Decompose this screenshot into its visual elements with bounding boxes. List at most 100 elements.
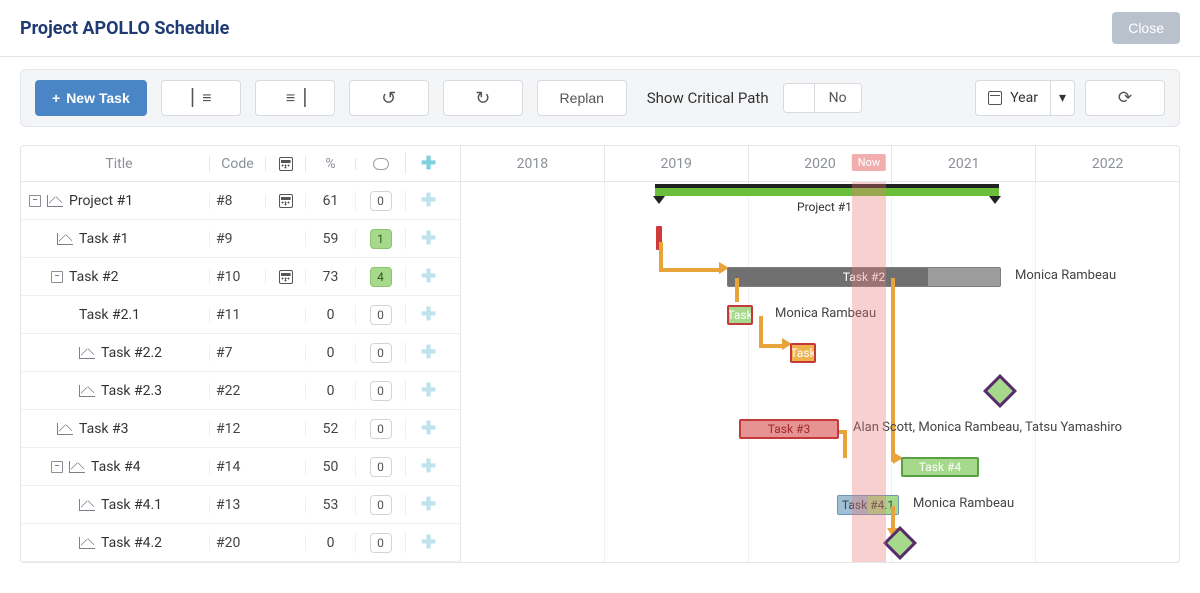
comment-badge[interactable]: 4 [370,267,392,287]
timeline-year[interactable]: 2022 [1036,146,1179,181]
task-bar-label: Task [790,346,815,360]
comment-badge[interactable]: 0 [370,495,392,515]
task-bar-label: Task #4 [919,460,961,474]
table-row[interactable]: Task #2.1#1100✚ [21,296,460,334]
col-add[interactable]: ✚ [405,153,451,174]
table-row[interactable]: Task #4.1 #13 53 0 ✚ [21,486,460,524]
calendar-icon [988,91,1002,105]
add-subtask-icon[interactable]: ✚ [421,304,436,325]
undo-button[interactable]: ↺ [349,80,429,116]
add-subtask-icon[interactable]: ✚ [421,342,436,363]
row-title: Task #2.3 [101,383,162,399]
row-code: #13 [209,497,265,513]
row-code: #9 [209,231,265,247]
comment-badge[interactable]: 0 [370,457,392,477]
indent-button[interactable]: ≡▕ [255,80,335,116]
row-code: #22 [209,383,265,399]
new-task-button[interactable]: + New Task [35,80,147,116]
row-code: #20 [209,535,265,551]
summary-label: Project #1 [797,200,852,214]
tree-toggle[interactable]: − [51,271,63,283]
table-row[interactable]: Task #2.3#2200✚ [21,372,460,410]
row-title: Task #4.1 [101,497,162,513]
row-code: #12 [209,421,265,437]
row-title: Task #1 [79,231,128,247]
comment-badge[interactable]: 0 [370,191,392,211]
chevron-down-icon[interactable]: ▾ [1050,81,1074,115]
table-row[interactable]: −Task #2#10734✚ [21,258,460,296]
task-bar-task2-2[interactable]: Task [790,343,816,363]
table-row[interactable]: Task #1 #9 59 1 ✚ [21,220,460,258]
row-percent: 59 [305,231,355,247]
add-subtask-icon[interactable]: ✚ [421,456,436,477]
add-subtask-icon[interactable]: ✚ [421,190,436,211]
table-row[interactable]: Task #4.2 #20 00 ✚ [21,524,460,562]
timeline-year[interactable]: 2021 [892,146,1036,181]
redo-button[interactable]: ↻ [443,80,523,116]
refresh-icon: ⟳ [1118,88,1132,108]
col-title[interactable]: Title [21,156,209,172]
row-percent: 53 [305,497,355,513]
tree-toggle[interactable]: − [51,461,63,473]
comment-badge[interactable]: 0 [370,305,392,325]
timescale-dropdown[interactable]: Year ▾ [975,80,1075,116]
add-subtask-icon[interactable]: ✚ [421,228,436,249]
col-comments[interactable] [355,158,405,170]
add-subtask-icon[interactable]: ✚ [421,380,436,401]
comment-badge[interactable]: 0 [370,533,392,553]
row-percent: 0 [305,345,355,361]
col-code[interactable]: Code [209,156,265,172]
milestone-task2-3[interactable] [983,374,1017,408]
critical-toggle-blank[interactable] [784,84,814,112]
timeline-year[interactable]: 2018 [461,146,605,181]
row-percent: 52 [305,421,355,437]
assignee-task2: Monica Rambeau [1015,268,1116,283]
indent-icon: ≡▕ [286,88,304,108]
add-subtask-icon[interactable]: ✚ [421,494,436,515]
comment-badge[interactable]: 0 [370,343,392,363]
task-bar-task4[interactable]: Task #4 [901,457,979,477]
refresh-button[interactable]: ⟳ [1085,80,1165,116]
task-bar-task3[interactable]: Task #3 [739,419,839,439]
task-bar-task2-1[interactable]: Task [727,305,753,325]
col-percent[interactable]: % [305,156,355,172]
row-percent: 61 [305,193,355,209]
table-row[interactable]: −Project #1#8610✚ [21,182,460,220]
assignee-task3: Alan Scott, Monica Rambeau, Tatsu Yamash… [853,420,1122,435]
comment-badge[interactable]: 0 [370,381,392,401]
add-subtask-icon[interactable]: ✚ [421,418,436,439]
comment-badge[interactable]: 1 [370,229,392,249]
summary-bar-project1[interactable] [655,188,999,196]
critical-path-toggle[interactable]: No [783,83,862,113]
add-subtask-icon[interactable]: ✚ [421,266,436,287]
table-row[interactable]: Task #3#12520✚ [21,410,460,448]
row-code: #11 [209,307,265,323]
col-calc[interactable] [265,157,305,171]
row-title: Task #2.2 [101,345,162,361]
milestone-task4-2[interactable] [883,526,917,560]
outdent-button[interactable]: ▏≡ [161,80,241,116]
row-percent: 0 [305,307,355,323]
plus-icon: ✚ [421,153,436,174]
row-title: Task #4.2 [101,535,162,551]
plus-icon: + [52,90,60,106]
chart-icon [47,195,63,207]
row-percent: 73 [305,269,355,285]
comment-badge[interactable]: 0 [370,419,392,439]
critical-path-label: Show Critical Path [647,89,769,107]
row-code: #8 [209,193,265,209]
add-subtask-icon[interactable]: ✚ [421,532,436,553]
timeline-year[interactable]: 2019 [605,146,749,181]
task-bar-label: Task [727,308,752,322]
tree-toggle[interactable]: − [29,195,41,207]
outdent-icon: ▏≡ [192,88,210,108]
close-button[interactable]: Close [1112,12,1180,44]
row-percent: 0 [305,535,355,551]
critical-toggle-value[interactable]: No [814,84,861,112]
calculator-icon [279,157,293,171]
replan-button[interactable]: Replan [537,80,627,116]
new-task-label: New Task [66,90,130,106]
table-row[interactable]: −Task #4#14500✚ [21,448,460,486]
table-row[interactable]: Task #2.2#700✚ [21,334,460,372]
milestone-task1[interactable] [656,226,662,250]
